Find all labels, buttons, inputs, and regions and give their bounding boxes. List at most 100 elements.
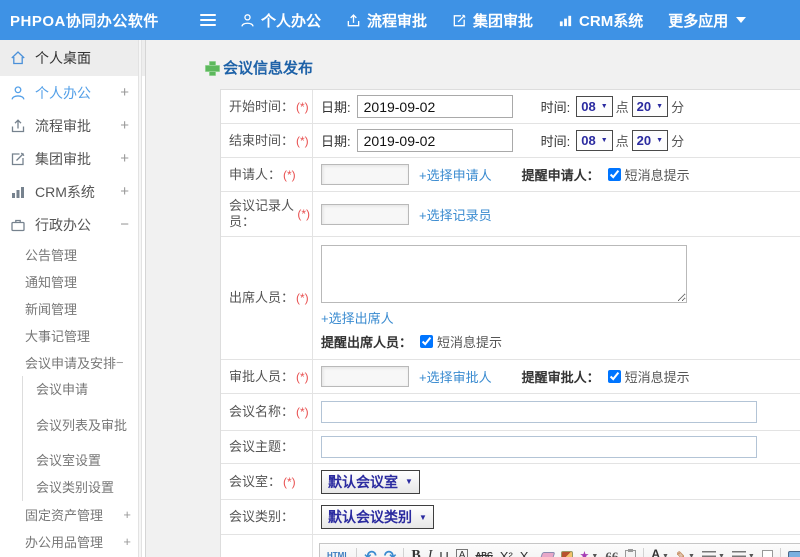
redo-button[interactable]: ↷ [384, 549, 397, 557]
end-hour-select[interactable]: 08 ▼ [576, 130, 613, 151]
approver-sms-checkbox[interactable] [607, 370, 621, 383]
attendees-sms-checkbox[interactable] [420, 335, 434, 348]
approver-input[interactable] [321, 366, 409, 387]
blockquote-button[interactable]: 66 [605, 550, 618, 557]
paste-clipboard-icon[interactable] [625, 548, 637, 557]
expand-plus-icon[interactable]: + [120, 84, 129, 101]
choose-recorder-link[interactable]: +选择记录员 [419, 205, 492, 224]
select-arrow-icon: ▼ [656, 103, 664, 110]
field-label: 会议记录人员： [229, 198, 295, 229]
hamburger-menu-icon[interactable] [200, 14, 216, 26]
required-mark: (*) [283, 167, 296, 182]
font-border-button[interactable]: A [455, 549, 469, 557]
required-mark: (*) [297, 207, 310, 221]
time-label: 时间: [540, 100, 571, 115]
end-date-input[interactable] [356, 129, 513, 152]
meeting-name-input[interactable] [321, 401, 757, 423]
page-title: 会议信息发布 [146, 40, 800, 89]
sidebar-item-office-supplies-mgmt[interactable]: 办公用品管理 + [0, 528, 145, 555]
attendees-textarea[interactable] [321, 245, 687, 303]
sidebar-item-announcement-mgmt[interactable]: 公告管理 [0, 241, 145, 268]
collapse-minus-icon[interactable]: − [120, 216, 129, 233]
end-minute-select[interactable]: 20 ▼ [631, 130, 669, 151]
rich-text-editor: HTML ↶ ↷ B I U A ABC X² X₂ ★ ▼ 66 A ▼ ✎ … [319, 543, 800, 557]
topbar-item-more-apps[interactable]: 更多应用 [668, 10, 747, 31]
sidebar-group-crm-system[interactable]: CRM系统 + [0, 175, 145, 208]
start-hour-select[interactable]: 08 ▼ [576, 96, 613, 117]
applicant-sms-checkbox[interactable] [607, 168, 621, 181]
expand-plus-icon[interactable]: + [120, 117, 129, 134]
choose-approver-link[interactable]: +选择审批人 [419, 367, 492, 386]
sidebar-item-meeting-room-settings[interactable]: 会议室设置 [23, 447, 145, 474]
sidebar-group-group-approval[interactable]: 集团审批 + [0, 142, 145, 175]
field-label: 申请人： [229, 166, 282, 182]
auto-typeset-button[interactable]: ★ ▼ [580, 550, 599, 557]
bold-button[interactable]: B [411, 549, 420, 557]
sidebar-item-personal-desktop[interactable]: 个人桌面 [0, 40, 145, 76]
choose-attendees-link[interactable]: +选择出席人 [321, 308, 394, 327]
form-row-meeting-category: 会议类别： 默认会议类别 ▼ [221, 500, 800, 535]
minute-unit: 分 [671, 134, 685, 149]
form-row-applicant: 申请人： (*) +选择申请人 提醒申请人： 短消息提示 [221, 158, 800, 192]
sidebar-scrollbar[interactable] [138, 40, 142, 557]
subscript-button[interactable]: X₂ [520, 550, 534, 557]
underline-button[interactable]: U [439, 550, 448, 557]
field-label: 会议主题： [229, 439, 295, 454]
sidebar-group-admin-office[interactable]: 行政办公 − [0, 208, 145, 241]
remind-attendees-label: 提醒出席人员： [321, 335, 413, 350]
highlight-pen-button[interactable]: ✎ ▼ [676, 550, 695, 557]
ordered-list-button[interactable]: ▼ [701, 550, 725, 557]
html-source-button[interactable]: HTML [327, 552, 349, 557]
expand-plus-icon[interactable]: + [120, 150, 129, 167]
topbar-item-crm-system[interactable]: CRM系统 [558, 10, 643, 31]
sidebar-item-memorabilia-mgmt[interactable]: 大事记管理 [0, 322, 145, 349]
collapse-minus-icon[interactable]: − [116, 355, 124, 370]
unordered-list-button[interactable]: ▼ [731, 550, 755, 557]
superscript-button[interactable]: X² [500, 550, 513, 557]
start-date-input[interactable] [356, 95, 513, 118]
fullscreen-icon[interactable] [787, 550, 800, 557]
sidebar-item-notice-mgmt[interactable]: 通知管理 [0, 268, 145, 295]
form-row-attendees: 出席人员： (*) +选择出席人 提醒出席人员： 短消息提示 [221, 237, 800, 360]
dropdown-arrow-icon: ▼ [591, 552, 599, 557]
start-minute-select[interactable]: 20 ▼ [631, 96, 669, 117]
sidebar-item-meeting-category-settings[interactable]: 会议类别设置 [23, 474, 145, 501]
italic-button[interactable]: I [428, 549, 433, 557]
workflow-icon [10, 118, 26, 134]
form-row-approver: 审批人员： (*) +选择审批人 提醒审批人： 短消息提示 [221, 360, 800, 394]
required-mark: (*) [296, 133, 309, 148]
sidebar-item-fixed-assets-mgmt[interactable]: 固定资产管理 + [0, 501, 145, 528]
sidebar-group-meeting-request[interactable]: 会议申请及安排 − [0, 349, 145, 376]
sidebar-item-news-mgmt[interactable]: 新闻管理 [0, 295, 145, 322]
recorder-input[interactable] [321, 203, 409, 225]
topbar-item-workflow-approval[interactable]: 流程审批 [346, 10, 427, 31]
expand-plus-icon[interactable]: + [123, 507, 131, 522]
minute-unit: 分 [671, 100, 685, 115]
meeting-room-select[interactable]: 默认会议室 ▼ [321, 469, 420, 494]
font-color-button[interactable]: A ▼ [651, 548, 669, 557]
meeting-category-select[interactable]: 默认会议类别 ▼ [321, 505, 434, 529]
required-mark: (*) [296, 99, 309, 114]
choose-applicant-link[interactable]: +选择申请人 [419, 165, 492, 184]
applicant-input[interactable] [321, 164, 409, 185]
topbar-item-personal-office[interactable]: 个人办公 [240, 10, 321, 31]
topbar-item-group-approval[interactable]: 集团审批 [452, 10, 533, 31]
sidebar-group-personal-office[interactable]: 个人办公 + [0, 76, 145, 109]
meeting-topic-input[interactable] [321, 436, 757, 458]
expand-plus-icon[interactable]: + [123, 534, 131, 549]
expand-plus-icon[interactable]: + [120, 183, 129, 200]
dropdown-arrow-icon: ▼ [688, 552, 695, 557]
dropdown-arrow-icon: ▼ [717, 552, 725, 557]
sidebar-group-workflow-approval[interactable]: 流程审批 + [0, 109, 145, 142]
undo-button[interactable]: ↶ [364, 549, 377, 557]
form-row-meeting-topic: 会议主题： [221, 431, 800, 464]
new-document-icon[interactable] [761, 549, 773, 557]
remove-format-eraser-icon[interactable] [539, 552, 555, 557]
required-mark: (*) [283, 474, 296, 489]
sms-hint-label: 短消息提示 [437, 335, 503, 350]
main-content: 会议信息发布 开始时间：(*) 日期: 时间: 08▼ 点 20▼ 分 [146, 40, 800, 557]
sidebar-item-meeting-list-approval[interactable]: 会议列表及审批 [23, 403, 145, 447]
format-painter-icon[interactable] [560, 550, 573, 557]
sidebar-item-meeting-apply[interactable]: 会议申请 [23, 376, 145, 403]
strikethrough-button[interactable]: ABC [475, 552, 492, 557]
